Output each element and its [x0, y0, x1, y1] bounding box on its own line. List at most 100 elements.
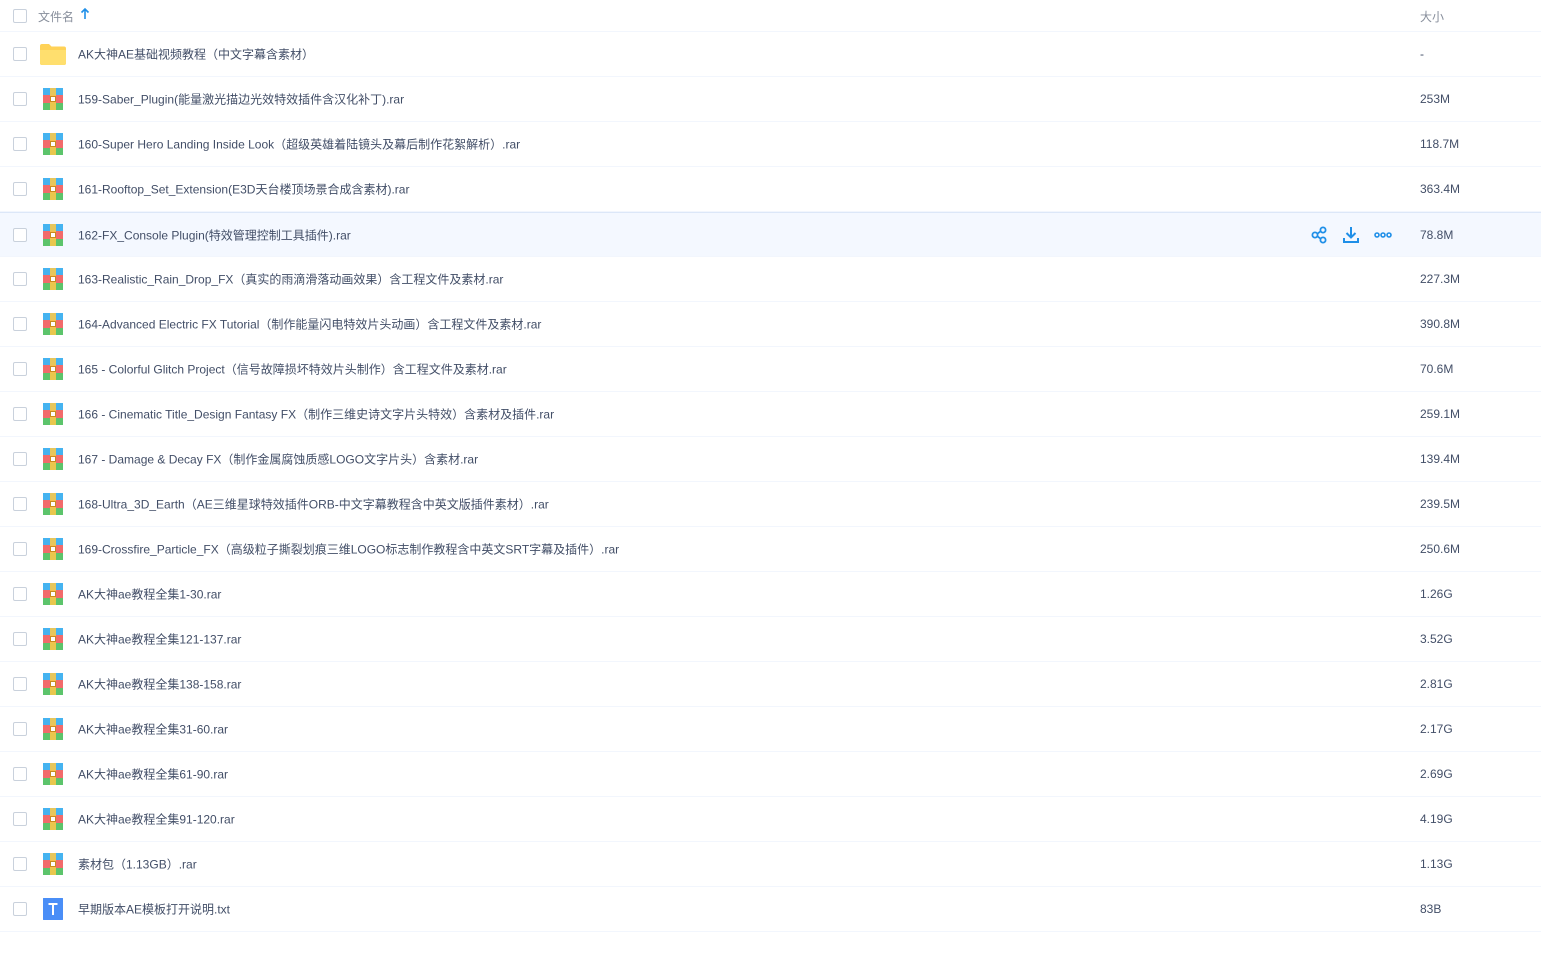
file-name[interactable]: 159-Saber_Plugin(能量激光描边光效特效插件含汉化补丁).rar	[78, 91, 404, 108]
row-checkbox[interactable]	[13, 902, 27, 916]
row-checkbox[interactable]	[13, 857, 27, 871]
txt-icon	[40, 897, 66, 921]
file-size: 139.4M	[1420, 452, 1461, 466]
row-checkbox[interactable]	[13, 542, 27, 556]
table-row[interactable]: 163-Realistic_Rain_Drop_FX（真实的雨滴滑落动画效果）含…	[0, 257, 1541, 302]
file-size: 70.6M	[1420, 362, 1454, 376]
rar-icon	[40, 718, 66, 740]
rar-icon	[40, 853, 66, 875]
table-row[interactable]: AK大神ae教程全集91-120.rar 4.19G	[0, 797, 1541, 842]
file-size: 2.81G	[1420, 677, 1453, 691]
folder-icon	[40, 43, 66, 65]
file-size: 4.19G	[1420, 812, 1453, 826]
table-row[interactable]: 169-Crossfire_Particle_FX（高级粒子撕裂划痕三维LOGO…	[0, 527, 1541, 572]
share-icon[interactable]	[1309, 225, 1329, 245]
file-name[interactable]: 162-FX_Console Plugin(特效管理控制工具插件).rar	[78, 226, 351, 243]
file-name[interactable]: 161-Rooftop_Set_Extension(E3D天台楼顶场景合成含素材…	[78, 181, 409, 198]
download-icon[interactable]	[1341, 225, 1361, 245]
file-name[interactable]: 早期版本AE模板打开说明.txt	[78, 901, 230, 918]
table-row[interactable]: AK大神ae教程全集138-158.rar 2.81G	[0, 662, 1541, 707]
select-all-checkbox[interactable]	[13, 8, 27, 23]
rar-icon	[40, 763, 66, 785]
file-name[interactable]: 168-Ultra_3D_Earth（AE三维星球特效插件ORB-中文字幕教程含…	[78, 496, 549, 513]
table-row[interactable]: 166 - Cinematic Title_Design Fantasy FX（…	[0, 392, 1541, 437]
file-name[interactable]: 163-Realistic_Rain_Drop_FX（真实的雨滴滑落动画效果）含…	[78, 271, 503, 288]
table-row[interactable]: AK大神AE基础视频教程（中文字幕含素材） -	[0, 32, 1541, 77]
file-size: 239.5M	[1420, 497, 1461, 511]
row-checkbox[interactable]	[13, 722, 27, 736]
arrow-up-icon[interactable]	[80, 7, 90, 21]
file-name[interactable]: AK大神ae教程全集61-90.rar	[78, 766, 228, 783]
file-size: 83B	[1420, 902, 1442, 916]
rar-icon	[40, 808, 66, 830]
table-row[interactable]: 素材包（1.13GB）.rar 1.13G	[0, 842, 1541, 887]
row-checkbox[interactable]	[13, 47, 27, 61]
table-row[interactable]: 164-Advanced Electric FX Tutorial（制作能量闪电…	[0, 302, 1541, 347]
rar-icon	[40, 88, 66, 110]
file-size: 250.6M	[1420, 542, 1461, 556]
file-name[interactable]: AK大神ae教程全集138-158.rar	[78, 676, 241, 693]
table-row[interactable]: AK大神ae教程全集61-90.rar 2.69G	[0, 752, 1541, 797]
rar-icon	[40, 673, 66, 695]
more-icon[interactable]	[1373, 225, 1393, 245]
row-checkbox[interactable]	[13, 812, 27, 826]
file-name[interactable]: 166 - Cinematic Title_Design Fantasy FX（…	[78, 406, 554, 423]
row-checkbox[interactable]	[13, 587, 27, 601]
row-checkbox[interactable]	[13, 362, 27, 376]
rar-icon	[40, 358, 66, 380]
rar-icon	[40, 628, 66, 650]
file-size: 259.1M	[1420, 407, 1461, 421]
file-size: 2.17G	[1420, 722, 1453, 736]
column-header-name[interactable]: 文件名	[38, 8, 74, 25]
column-header-size[interactable]: 大小	[1420, 8, 1444, 25]
table-row[interactable]: 167 - Damage & Decay FX（制作金属腐蚀质感LOGO文字片头…	[0, 437, 1541, 482]
row-checkbox[interactable]	[13, 677, 27, 691]
table-row[interactable]: 160-Super Hero Landing Inside Look（超级英雄着…	[0, 122, 1541, 167]
rar-icon	[40, 448, 66, 470]
file-name[interactable]: 164-Advanced Electric FX Tutorial（制作能量闪电…	[78, 316, 541, 333]
table-row[interactable]: AK大神ae教程全集31-60.rar 2.17G	[0, 707, 1541, 752]
row-checkbox[interactable]	[13, 92, 27, 106]
file-name[interactable]: AK大神AE基础视频教程（中文字幕含素材）	[78, 46, 314, 63]
file-size: 1.26G	[1420, 587, 1453, 601]
table-row[interactable]: 159-Saber_Plugin(能量激光描边光效特效插件含汉化补丁).rar …	[0, 77, 1541, 122]
file-size: 118.7M	[1420, 137, 1460, 151]
rar-icon	[40, 178, 66, 200]
list-header: 文件名 大小	[0, 0, 1541, 32]
file-size: 390.8M	[1420, 317, 1461, 331]
rar-icon	[40, 493, 66, 515]
row-checkbox[interactable]	[13, 632, 27, 646]
rar-icon	[40, 133, 66, 155]
rar-icon	[40, 223, 66, 246]
table-row[interactable]: AK大神ae教程全集121-137.rar 3.52G	[0, 617, 1541, 662]
table-row[interactable]: 早期版本AE模板打开说明.txt 83B	[0, 887, 1541, 932]
file-name[interactable]: AK大神ae教程全集1-30.rar	[78, 586, 221, 603]
file-name[interactable]: AK大神ae教程全集31-60.rar	[78, 721, 228, 738]
file-name[interactable]: AK大神ae教程全集91-120.rar	[78, 811, 235, 828]
file-name[interactable]: 160-Super Hero Landing Inside Look（超级英雄着…	[78, 136, 520, 153]
file-name[interactable]: 169-Crossfire_Particle_FX（高级粒子撕裂划痕三维LOGO…	[78, 541, 619, 558]
file-name[interactable]: 167 - Damage & Decay FX（制作金属腐蚀质感LOGO文字片头…	[78, 451, 478, 468]
file-name[interactable]: 165 - Colorful Glitch Project（信号故障损坏特效片头…	[78, 361, 507, 378]
table-row[interactable]: 165 - Colorful Glitch Project（信号故障损坏特效片头…	[0, 347, 1541, 392]
row-checkbox[interactable]	[13, 182, 27, 196]
file-name[interactable]: 素材包（1.13GB）.rar	[78, 856, 197, 873]
row-checkbox[interactable]	[13, 767, 27, 781]
file-list: 文件名 大小 AK大神AE基础视频教程（中文字幕含素材） - 159-Saber…	[0, 0, 1541, 932]
table-row[interactable]: AK大神ae教程全集1-30.rar 1.26G	[0, 572, 1541, 617]
row-checkbox[interactable]	[13, 407, 27, 421]
row-checkbox[interactable]	[13, 137, 27, 151]
rar-icon	[40, 538, 66, 560]
row-checkbox[interactable]	[13, 317, 27, 331]
table-row[interactable]: 162-FX_Console Plugin(特效管理控制工具插件).rar 78…	[0, 212, 1541, 257]
table-row[interactable]: 168-Ultra_3D_Earth（AE三维星球特效插件ORB-中文字幕教程含…	[0, 482, 1541, 527]
row-checkbox[interactable]	[13, 272, 27, 286]
file-rows: AK大神AE基础视频教程（中文字幕含素材） - 159-Saber_Plugin…	[0, 32, 1541, 932]
rar-icon	[40, 313, 66, 335]
file-name[interactable]: AK大神ae教程全集121-137.rar	[78, 631, 241, 648]
file-size: 78.8M	[1420, 227, 1454, 242]
table-row[interactable]: 161-Rooftop_Set_Extension(E3D天台楼顶场景合成含素材…	[0, 167, 1541, 212]
row-checkbox[interactable]	[13, 497, 27, 511]
row-checkbox[interactable]	[13, 227, 27, 242]
row-checkbox[interactable]	[13, 452, 27, 466]
